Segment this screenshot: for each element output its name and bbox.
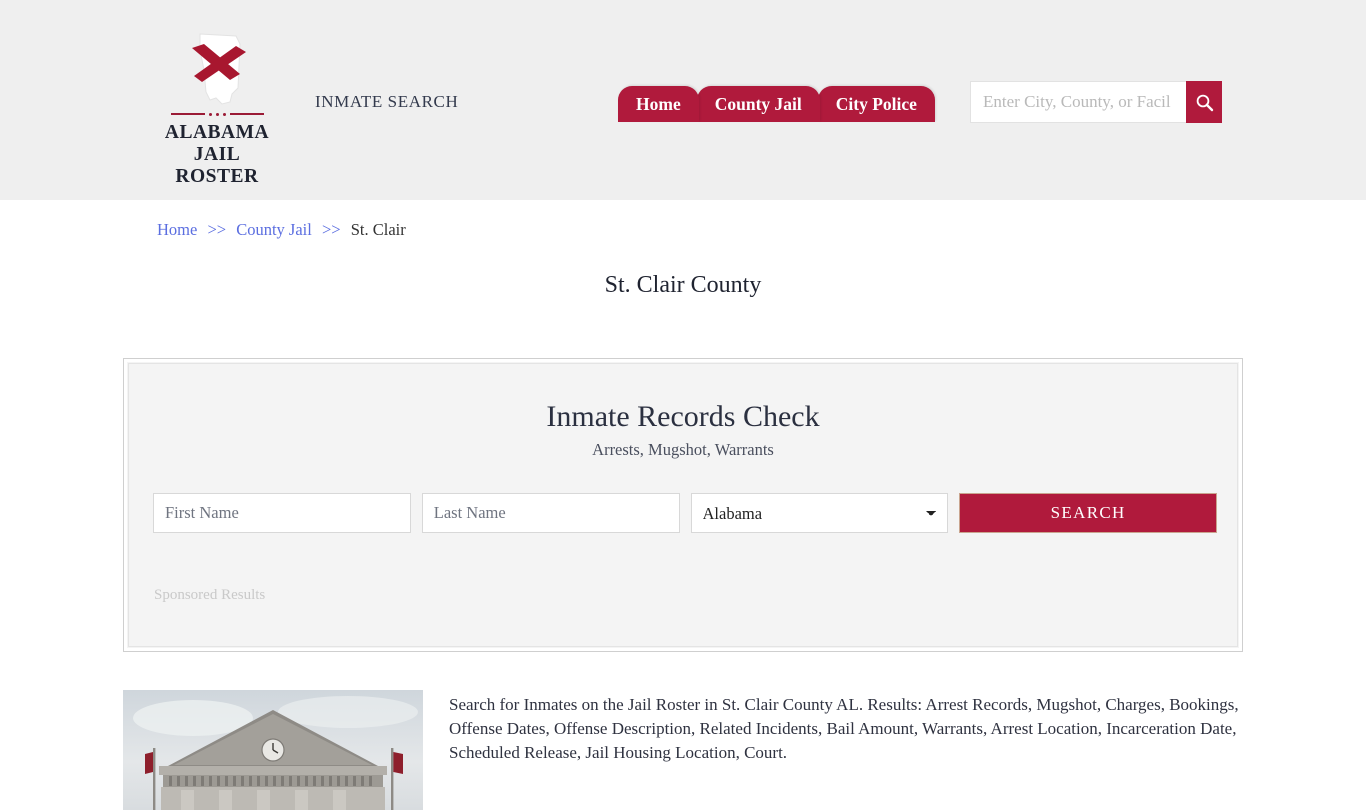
first-name-input[interactable] <box>153 493 411 533</box>
site-header: ALABAMA JAIL ROSTER INMATE SEARCH Home C… <box>0 0 1366 200</box>
logo-line-2: JAIL ROSTER <box>152 144 282 188</box>
site-logo[interactable]: ALABAMA JAIL ROSTER <box>152 30 282 187</box>
breadcrumb-separator: >> <box>207 220 226 239</box>
nav-tab-county-jail[interactable]: County Jail <box>697 86 820 123</box>
header-search-button[interactable] <box>1186 81 1222 123</box>
county-content-row: Search for Inmates on the Jail Roster in… <box>123 690 1253 810</box>
inmate-records-widget: Inmate Records Check Arrests, Mugshot, W… <box>123 358 1243 652</box>
widget-title: Inmate Records Check <box>129 400 1237 434</box>
header-search-input[interactable] <box>970 81 1186 123</box>
logo-line-1: ALABAMA <box>152 122 282 144</box>
state-select[interactable]: Alabama <box>691 493 949 533</box>
records-search-button[interactable]: SEARCH <box>959 493 1217 533</box>
logo-divider <box>152 110 282 118</box>
site-tagline: INMATE SEARCH <box>315 92 458 112</box>
alabama-state-outline-with-red-cross-icon <box>152 30 282 108</box>
nav-tab-home[interactable]: Home <box>618 86 699 123</box>
inmate-search-form: Alabama SEARCH <box>153 493 1217 533</box>
breadcrumb: Home >> County Jail >> St. Clair <box>157 220 406 240</box>
nav-tab-city-police[interactable]: City Police <box>818 86 935 123</box>
county-description: Search for Inmates on the Jail Roster in… <box>449 690 1239 810</box>
last-name-input[interactable] <box>422 493 680 533</box>
widget-subtitle: Arrests, Mugshot, Warrants <box>129 440 1237 460</box>
breadcrumb-item-county-jail[interactable]: County Jail <box>236 220 312 239</box>
breadcrumb-item-current: St. Clair <box>351 220 406 239</box>
sponsored-results-label: Sponsored Results <box>154 587 265 604</box>
courthouse-image <box>123 690 423 810</box>
breadcrumb-item-home[interactable]: Home <box>157 220 197 239</box>
breadcrumb-separator: >> <box>322 220 341 239</box>
page-title: St. Clair County <box>0 272 1366 299</box>
search-icon <box>1195 93 1214 112</box>
courthouse-photo <box>123 690 423 810</box>
header-search-box <box>970 81 1222 123</box>
main-navigation: Home County Jail City Police <box>618 77 933 122</box>
